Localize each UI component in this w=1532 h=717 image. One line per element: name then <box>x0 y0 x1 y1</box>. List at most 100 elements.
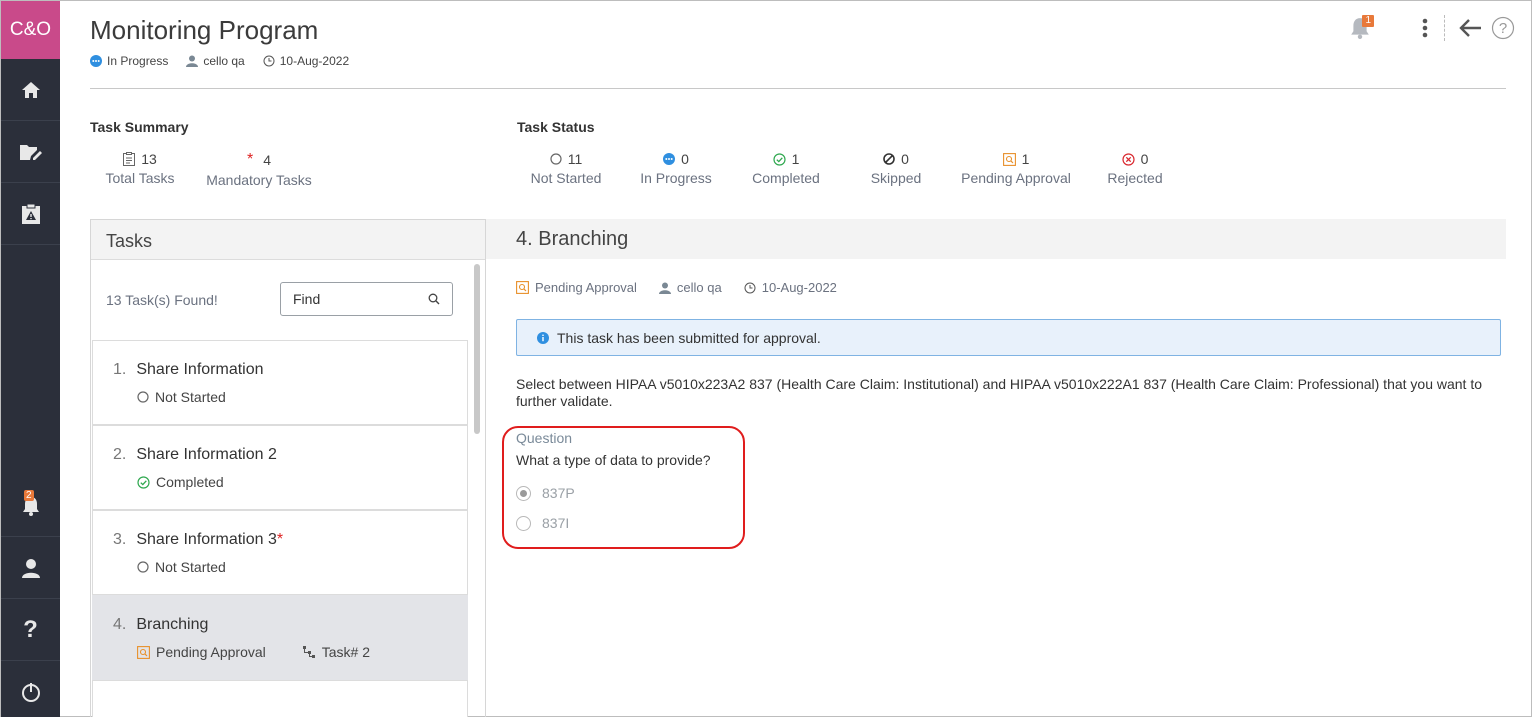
task-summary-title: Task Summary <box>90 119 189 135</box>
task-search-placeholder: Find <box>293 291 321 307</box>
check-circle-icon <box>772 152 786 166</box>
completed-label: Completed <box>752 170 820 186</box>
mandatory-tasks-value: 4 <box>263 152 272 168</box>
power-nav[interactable] <box>1 661 60 717</box>
task-detail-date: 10-Aug-2022 <box>744 280 837 295</box>
task-detail-user: cello qa <box>658 280 722 295</box>
home-nav[interactable] <box>1 59 60 121</box>
program-date: 10-Aug-2022 <box>263 54 349 68</box>
pending-approval-icon <box>516 281 529 294</box>
side-nav: C&O 2 ? <box>1 1 60 717</box>
radio-label: 837I <box>542 515 570 531</box>
in-progress-label: In Progress <box>640 170 712 186</box>
task-status: Completed <box>156 474 224 490</box>
skipped-value: 0 <box>901 151 909 167</box>
radio-option-837p[interactable]: 837P <box>516 485 575 501</box>
info-banner-text: This task has been submitted for approva… <box>557 329 821 346</box>
status-in-progress: 0 In Progress <box>631 151 721 186</box>
user-icon <box>186 55 199 67</box>
branch-icon <box>302 646 315 658</box>
total-tasks-stat: 13 Total Tasks <box>100 151 180 186</box>
radio-button-selected[interactable] <box>516 485 531 501</box>
programs-nav[interactable] <box>1 121 60 183</box>
task-item[interactable]: 3. Share Information 3* Not Started <box>92 510 468 595</box>
program-meta: In Progress cello qa 10-Aug-2022 <box>90 54 349 68</box>
power-icon <box>21 683 40 702</box>
tasks-found-count: 13 Task(s) Found! <box>106 292 218 308</box>
in-progress-value: 0 <box>681 151 689 167</box>
help-nav[interactable]: ? <box>1 599 60 661</box>
approval-info-banner: This task has been submitted for approva… <box>516 319 1501 356</box>
question-label: Question <box>516 430 573 446</box>
task-search-input[interactable]: Find <box>280 282 453 316</box>
back-button[interactable] <box>1459 18 1483 38</box>
question-text: What a type of data to provide? <box>516 452 711 468</box>
arrow-left-icon <box>1459 19 1481 37</box>
task-reference: Task# 2 <box>321 644 371 660</box>
not-started-value: 11 <box>567 151 583 167</box>
task-name: Share Information <box>136 361 264 378</box>
notification-badge: 2 <box>24 490 34 501</box>
user-icon <box>21 558 40 578</box>
program-status-label: In Progress <box>107 54 169 68</box>
help-button[interactable]: ? <box>1491 16 1515 40</box>
task-name: Share Information 2 <box>136 446 277 463</box>
more-vertical-icon <box>1422 18 1428 38</box>
task-item[interactable]: 1. Share Information Not Started <box>92 340 468 425</box>
task-item[interactable] <box>92 680 468 717</box>
brand-logo[interactable]: C&O <box>1 1 60 59</box>
task-detail-meta: Pending Approval cello qa 10-Aug-2022 <box>516 280 837 295</box>
tasks-panel-title: Tasks <box>91 220 485 260</box>
clipboard-icon <box>123 152 136 166</box>
status-skipped: 0 Skipped <box>851 151 941 186</box>
status-not-started: 11 Not Started <box>521 151 611 186</box>
clock-icon <box>263 55 275 67</box>
mandatory-tasks-label: Mandatory Tasks <box>206 172 312 188</box>
circle-outline-icon <box>550 153 562 165</box>
circle-outline-icon <box>137 391 149 403</box>
folder-edit-icon <box>19 144 42 160</box>
task-status-title: Task Status <box>517 119 595 135</box>
more-menu-button[interactable] <box>1422 17 1428 39</box>
task-item[interactable]: 2. Share Information 2 Completed <box>92 425 468 510</box>
program-owner-label: cello qa <box>203 54 245 68</box>
user-icon <box>658 282 671 294</box>
task-item-selected[interactable]: 4. Branching Pending Approval Task# 2 <box>92 595 468 680</box>
rejected-value: 0 <box>1140 151 1149 167</box>
notifications-nav[interactable]: 2 <box>1 475 60 537</box>
radio-button[interactable] <box>516 515 531 531</box>
status-rejected: 0 Rejected <box>1095 151 1175 186</box>
program-date-label: 10-Aug-2022 <box>279 54 350 68</box>
task-number: 4. <box>113 616 127 633</box>
clock-icon <box>744 282 756 293</box>
skipped-label: Skipped <box>870 170 922 186</box>
x-circle-icon <box>1121 152 1135 166</box>
header-divider <box>1444 15 1445 41</box>
notifications-button[interactable]: 1 <box>1350 15 1374 39</box>
total-tasks-label: Total Tasks <box>105 170 175 186</box>
pending-approval-icon <box>137 645 150 659</box>
question-icon: ? <box>23 615 38 643</box>
alerts-nav[interactable] <box>1 183 60 245</box>
profile-nav[interactable] <box>1 537 60 599</box>
rejected-label: Rejected <box>1107 170 1163 186</box>
task-detail-user-label: cello qa <box>676 280 722 295</box>
in-progress-icon <box>90 55 102 67</box>
task-status: Pending Approval <box>156 644 266 660</box>
search-icon <box>428 293 440 305</box>
radio-option-837i[interactable]: 837I <box>516 515 569 531</box>
task-name: Branching <box>136 616 209 633</box>
tasks-scrollbar[interactable] <box>474 264 480 434</box>
mandatory-tasks-stat: * 4 Mandatory Tasks <box>200 151 318 188</box>
total-tasks-value: 13 <box>141 151 157 167</box>
tasks-panel: Tasks 13 Task(s) Found! Find 1. Share Inf… <box>90 219 486 717</box>
task-number: 3. <box>113 531 127 548</box>
svg-text:?: ? <box>1499 20 1507 37</box>
status-pending-approval: 1 Pending Approval <box>956 151 1076 186</box>
pending-approval-label: Pending Approval <box>961 170 1071 186</box>
skipped-icon <box>883 153 895 165</box>
radio-label: 837P <box>542 485 575 501</box>
task-number: 1. <box>113 361 127 378</box>
task-detail-title: 4. Branching <box>486 219 1506 259</box>
header-actions: 1 ? <box>1350 15 1515 41</box>
